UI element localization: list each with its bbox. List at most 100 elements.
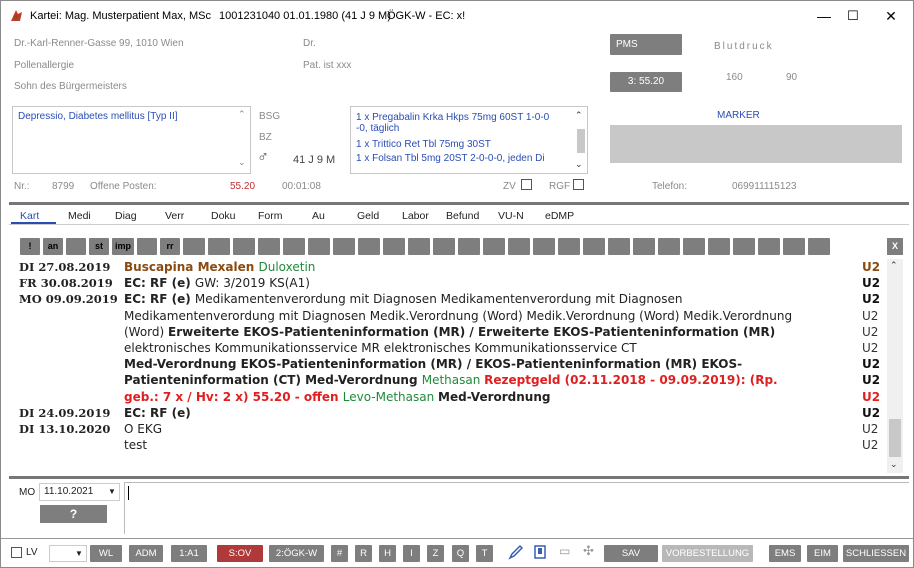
move-icon[interactable]: ✣ (583, 543, 594, 559)
journal-filter-button[interactable] (758, 238, 780, 255)
journal-filter-button[interactable] (283, 238, 305, 255)
journal-filter-button[interactable] (458, 238, 480, 255)
i-button[interactable]: I (403, 545, 420, 562)
journal-filter-button[interactable] (358, 238, 380, 255)
q-button[interactable]: Q (452, 545, 469, 562)
journal-filter-button[interactable]: rr (160, 238, 180, 255)
entry-date-select[interactable]: 11.10.2021 ▼ (39, 483, 120, 501)
z-button[interactable]: Z (427, 545, 444, 562)
journal-filter-button[interactable] (233, 238, 255, 255)
zv-checkbox[interactable] (521, 179, 532, 190)
tab-medi[interactable]: Medi (68, 210, 91, 222)
journal-row[interactable]: DI 13.10.2020 O EKG U2 (14, 421, 890, 437)
h-button[interactable]: H (379, 545, 396, 562)
journal-filter-button[interactable]: st (89, 238, 109, 255)
scroll-up-icon[interactable]: ⌃ (890, 260, 898, 271)
document-icon[interactable] (532, 544, 548, 563)
journal-filter-button[interactable]: imp (112, 238, 134, 255)
journal-filter-button[interactable] (66, 238, 86, 255)
tab-vu-n[interactable]: VU-N (498, 210, 524, 222)
journal-filter-button[interactable] (633, 238, 655, 255)
journal-row[interactable]: FR 30.08.2019 EC: RF (e) GW: 3/2019 KS(A1… (14, 275, 890, 291)
pen-icon[interactable] (508, 544, 524, 563)
journal-filter-button[interactable] (183, 238, 205, 255)
scroll-up-icon[interactable]: ⌃ (575, 110, 583, 121)
journal-filter-button[interactable] (683, 238, 705, 255)
tab-edmp[interactable]: eDMP (545, 210, 574, 222)
tab-au[interactable]: Au (312, 210, 325, 222)
wl-button[interactable]: WL (90, 545, 122, 562)
journal-filter-button[interactable] (483, 238, 505, 255)
journal-filter-button[interactable] (783, 238, 805, 255)
journal-filter-button[interactable] (608, 238, 630, 255)
eim-button[interactable]: EIM (807, 545, 838, 562)
tab-verr[interactable]: Verr (165, 210, 184, 222)
scroll-up-icon[interactable]: ⌃ (238, 109, 246, 120)
rgf-checkbox[interactable] (573, 179, 584, 190)
journal-row[interactable]: Patienteninformation (CT) Med-Verordnung… (14, 372, 890, 388)
journal-scrollbar[interactable]: ⌃ ⌄ (887, 259, 903, 473)
journal-filter-button[interactable]: ! (20, 238, 40, 255)
journal-filter-button[interactable] (558, 238, 580, 255)
adm-button[interactable]: ADM (129, 545, 163, 562)
t-button[interactable]: T (476, 545, 493, 562)
tab-befund[interactable]: Befund (446, 210, 479, 222)
r-button[interactable]: R (355, 545, 372, 562)
scroll-down-icon[interactable]: ⌄ (238, 157, 246, 168)
journal-filter-button[interactable] (137, 238, 157, 255)
journal-row[interactable]: Med-Verordnung EKOS-Patienteninformation… (14, 356, 890, 372)
journal-filter-button[interactable] (208, 238, 230, 255)
journal-filter-button[interactable]: an (43, 238, 63, 255)
scrollbar-thumb[interactable] (577, 129, 585, 153)
tab-diag[interactable]: Diag (115, 210, 137, 222)
journal-filter-button[interactable] (383, 238, 405, 255)
journal-filter-button[interactable] (533, 238, 555, 255)
journal-filter-button[interactable] (658, 238, 680, 255)
journal-filter-button[interactable] (808, 238, 830, 255)
scroll-down-icon[interactable]: ⌄ (890, 459, 898, 470)
time-button[interactable]: 3: 55.20 (610, 72, 682, 92)
diagnosis-box[interactable]: Depressio, Diabetes mellitus [Typ II] ⌃ … (12, 106, 251, 174)
lv-checkbox[interactable] (11, 547, 22, 558)
medication-box[interactable]: 1 x Pregabalin Krka Hkps 75mg 60ST 1-0-0… (350, 106, 588, 174)
journal-filter-button[interactable] (408, 238, 430, 255)
journal-filter-button[interactable] (308, 238, 330, 255)
journal-close-button[interactable]: X (887, 238, 903, 255)
journal-row[interactable]: geb.: 7 x / Hv: 2 x) 55.20 - offen Levo-… (14, 389, 890, 405)
scrollbar-thumb[interactable] (889, 419, 901, 457)
journal-row[interactable]: DI 24.09.2019 EC: RF (e) U2 (14, 405, 890, 421)
journal-row[interactable]: (Word) Erweiterte EKOS-Patienteninformat… (14, 324, 890, 340)
2-ogk-w-button[interactable]: 2:ÖGK-W (269, 545, 324, 562)
scroll-down-icon[interactable]: ⌄ (575, 159, 583, 170)
journal-row[interactable]: DI 27.08.2019 Buscapina Mexalen Duloxetin… (14, 259, 890, 275)
tab-kart[interactable]: Kart (20, 210, 39, 222)
marker-field[interactable] (610, 125, 902, 163)
s-ov-button[interactable]: S:OV (217, 545, 263, 562)
ems-button[interactable]: EMS (769, 545, 801, 562)
minus-icon[interactable]: ▭ (559, 544, 570, 558)
journal-filter-button[interactable] (508, 238, 530, 255)
journal-filter-button[interactable] (583, 238, 605, 255)
sav-button[interactable]: SAV (604, 545, 658, 562)
close-button[interactable]: ✕ (869, 1, 913, 31)
entry-text-field[interactable] (124, 482, 909, 534)
tab-labor[interactable]: Labor (402, 210, 429, 222)
journal-filter-button[interactable] (258, 238, 280, 255)
1-a1-button[interactable]: 1:A1 (171, 545, 207, 562)
tab-doku[interactable]: Doku (211, 210, 236, 222)
hash-button[interactable]: # (331, 545, 348, 562)
journal-filter-button[interactable] (433, 238, 455, 255)
journal-filter-button[interactable] (733, 238, 755, 255)
lv-select[interactable]: ▼ (49, 545, 87, 562)
journal-filter-button[interactable] (333, 238, 355, 255)
schliessen-button[interactable]: SCHLIESSEN (843, 545, 909, 562)
journal-row[interactable]: Medikamentenverordung mit Diagnosen Medi… (14, 308, 890, 324)
help-button[interactable]: ? (40, 505, 107, 523)
journal-row[interactable]: elektronisches Kommunikationsservice MR … (14, 340, 890, 356)
journal-filter-button[interactable] (708, 238, 730, 255)
pms-button[interactable]: PMS (610, 34, 682, 55)
tab-geld[interactable]: Geld (357, 210, 379, 222)
tab-form[interactable]: Form (258, 210, 283, 222)
journal-row[interactable]: test U2 (14, 437, 890, 453)
journal-row[interactable]: MO 09.09.2019 EC: RF (e) Medikamentenvero… (14, 291, 890, 307)
